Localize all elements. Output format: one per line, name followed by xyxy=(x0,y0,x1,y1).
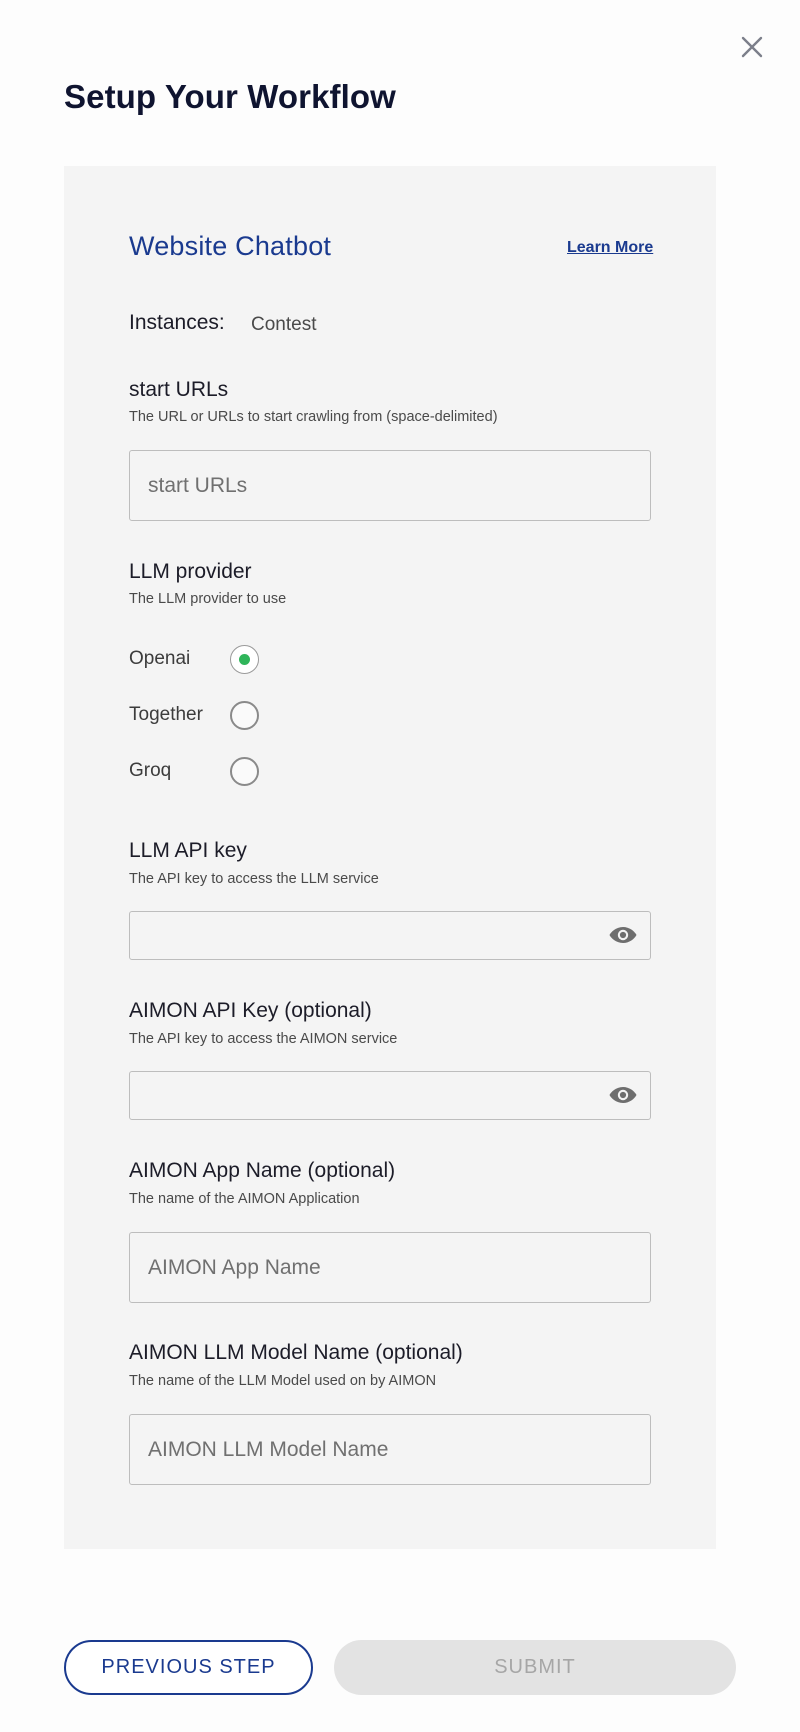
aimon-api-key-help: The API key to access the AIMON service xyxy=(129,1031,398,1047)
learn-more-link[interactable]: Learn More xyxy=(567,239,653,257)
previous-step-button[interactable]: PREVIOUS STEP xyxy=(64,1640,313,1695)
radio-button-together[interactable] xyxy=(230,701,259,730)
radio-label: Together xyxy=(129,704,203,725)
aimon-llm-model-help: The name of the LLM Model used on by AIM… xyxy=(129,1373,437,1389)
instances-value: Contest xyxy=(251,314,317,335)
radio-button-groq[interactable] xyxy=(230,757,259,786)
radio-option-groq[interactable]: Groq xyxy=(129,755,329,789)
eye-icon xyxy=(609,1087,637,1103)
workflow-setup-modal: Setup Your Workflow Website Chatbot Lear… xyxy=(0,0,800,1732)
close-icon xyxy=(741,36,763,58)
close-button[interactable] xyxy=(735,30,769,64)
aimon-api-key-input[interactable] xyxy=(130,1072,590,1119)
workflow-card: Website Chatbot Learn More Instances: Co… xyxy=(64,166,716,1549)
radio-label: Openai xyxy=(129,648,191,669)
card-title: Website Chatbot xyxy=(129,231,332,261)
start-urls-input[interactable] xyxy=(129,450,651,521)
aimon-app-name-input[interactable] xyxy=(129,1232,651,1303)
submit-button[interactable]: SUBMIT xyxy=(334,1640,736,1695)
start-urls-help: The URL or URLs to start crawling from (… xyxy=(129,409,498,425)
radio-option-together[interactable]: Together xyxy=(129,699,329,733)
eye-icon xyxy=(609,927,637,943)
radio-button-openai[interactable] xyxy=(230,645,259,674)
llm-api-key-help: The API key to access the LLM service xyxy=(129,871,379,887)
show-password-button[interactable] xyxy=(608,1083,638,1107)
aimon-llm-model-label: AIMON LLM Model Name (optional) xyxy=(129,1341,463,1364)
page-title: Setup Your Workflow xyxy=(64,78,396,115)
llm-api-key-input[interactable] xyxy=(130,912,590,959)
llm-provider-label: LLM provider xyxy=(129,560,252,583)
radio-option-openai[interactable]: Openai xyxy=(129,643,329,677)
start-urls-label: start URLs xyxy=(129,378,229,401)
show-password-button[interactable] xyxy=(608,923,638,947)
aimon-app-name-help: The name of the AIMON Application xyxy=(129,1191,360,1207)
aimon-api-key-label: AIMON API Key (optional) xyxy=(129,999,372,1022)
llm-api-key-label: LLM API key xyxy=(129,839,247,862)
instances-label: Instances: xyxy=(129,311,225,334)
llm-api-key-field xyxy=(129,911,651,960)
aimon-llm-model-input[interactable] xyxy=(129,1414,651,1485)
llm-provider-help: The LLM provider to use xyxy=(129,591,287,607)
aimon-app-name-label: AIMON App Name (optional) xyxy=(129,1159,396,1182)
aimon-api-key-field xyxy=(129,1071,651,1120)
radio-label: Groq xyxy=(129,760,172,781)
